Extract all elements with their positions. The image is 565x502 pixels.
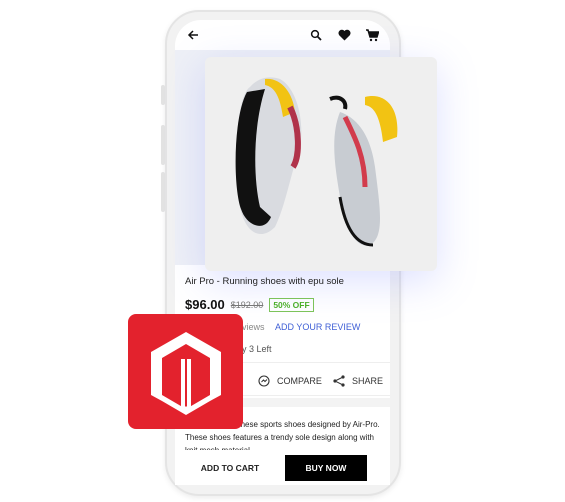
heart-icon[interactable] — [336, 27, 352, 43]
reviews-count[interactable]: views — [242, 322, 265, 332]
add-review-link[interactable]: ADD YOUR REVIEW — [275, 322, 360, 332]
magento-logo — [128, 314, 243, 429]
search-icon[interactable] — [308, 27, 324, 43]
top-bar — [175, 20, 390, 50]
compare-button[interactable]: COMPARE — [256, 373, 322, 389]
old-price: $192.00 — [230, 299, 264, 310]
phone-button — [161, 172, 165, 212]
buy-now-button[interactable]: BUY NOW — [285, 454, 367, 481]
share-icon — [331, 373, 347, 389]
phone-button — [161, 125, 165, 165]
price-row: $96.00 $192.00 50% OFF — [185, 297, 314, 312]
magento-logo-icon — [150, 331, 221, 415]
stock-status: ly 3 Left — [240, 344, 272, 354]
share-button[interactable]: SHARE — [331, 373, 383, 389]
current-price: $96.00 — [185, 297, 225, 312]
product-title: Air Pro - Running shoes with epu sole — [185, 276, 344, 287]
product-image[interactable] — [205, 57, 437, 271]
compare-label: COMPARE — [277, 376, 322, 386]
discount-badge: 50% OFF — [269, 297, 314, 312]
arrow-left-icon[interactable] — [185, 27, 201, 43]
bottom-bar: ADD TO CART BUY NOW — [175, 450, 390, 485]
cart-icon[interactable] — [364, 27, 380, 43]
phone-button — [161, 85, 165, 105]
compare-icon — [256, 373, 272, 389]
share-label: SHARE — [352, 376, 384, 386]
shoes-image — [235, 77, 398, 247]
add-to-cart-button[interactable]: ADD TO CART — [175, 463, 285, 473]
